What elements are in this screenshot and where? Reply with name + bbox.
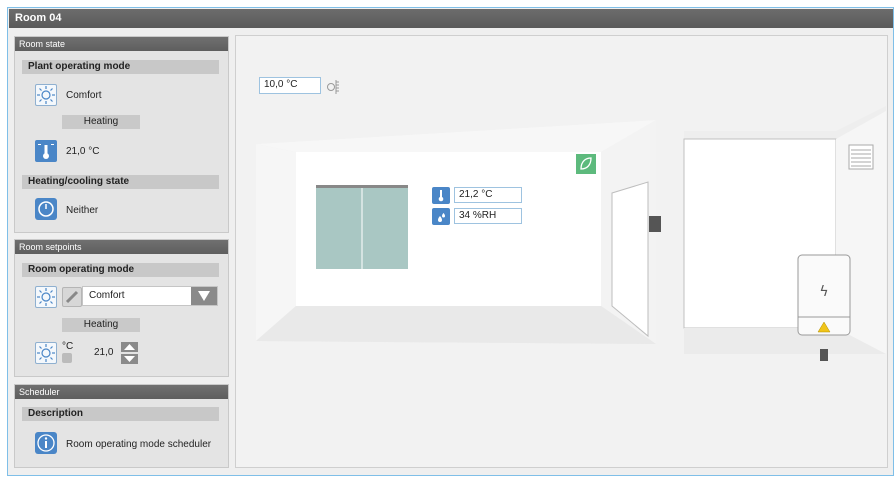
room-setpoints-header: Room setpoints [15,240,228,254]
room-mode-selected: Comfort [89,290,125,301]
vent-icon [848,144,874,170]
plant-mode-value: Comfort [66,90,102,101]
sun-icon [35,342,57,364]
scheduler-description-title: Description [22,407,219,421]
thermometer-icon [35,140,57,162]
hc-state-title: Heating/cooling state [22,175,219,189]
thermometer-icon [432,187,450,204]
scheduler-header: Scheduler [15,385,228,399]
outdoor-sensor-icon [325,77,343,95]
dropdown-arrow-icon[interactable] [191,287,217,305]
scheduler-panel: Scheduler [14,384,229,468]
droplets-icon [432,208,450,225]
room-mode-title: Room operating mode [22,263,219,277]
hc-state-value: Neither [66,205,99,216]
power-icon [35,198,57,220]
svg-text:ϟ: ϟ [819,284,828,300]
setpoint-unit: °C [62,341,74,352]
spin-up-icon[interactable] [121,342,138,352]
plant-temperature: 21,0 °C [66,146,100,157]
room-illustration: ϟ [256,106,886,361]
switch-icon [820,349,828,361]
setpoint-value[interactable]: 21,0 [94,347,113,358]
plant-mode-status: Heating [62,115,140,129]
leaf-icon [576,154,596,174]
outside-temp-value[interactable]: 10,0 °C [259,77,321,94]
scheduler-item[interactable]: Room operating mode scheduler [66,439,211,450]
room-view: ϟ 10,0 °C 21,2 °C 34 %RH [235,35,888,468]
window-title: Room 04 [9,9,893,28]
edit-icon[interactable] [62,353,72,363]
sun-icon [35,84,57,106]
room-mode-status: Heating [62,318,140,332]
sun-icon [35,286,57,308]
room-state-header: Room state [15,37,228,51]
plant-mode-title: Plant operating mode [22,60,219,74]
spin-down-icon[interactable] [121,354,138,364]
edit-icon[interactable] [62,287,82,307]
info-icon[interactable] [35,432,57,454]
room-humidity-value: 34 %RH [454,208,522,224]
room-temp-value: 21,2 °C [454,187,522,203]
room-mode-select[interactable]: Comfort [82,286,218,306]
